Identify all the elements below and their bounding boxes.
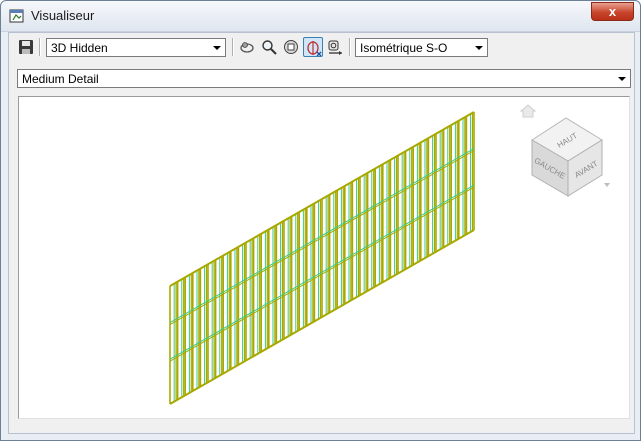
save-button[interactable] xyxy=(16,37,36,57)
chevron-down-icon xyxy=(213,46,221,50)
detail-level-value: Medium Detail xyxy=(22,72,99,86)
3d-viewport[interactable]: HAUT GAUCHE AVANT xyxy=(18,96,630,419)
home-icon[interactable] xyxy=(519,104,537,118)
app-icon xyxy=(9,9,24,23)
orbit-active-button[interactable] xyxy=(303,37,323,57)
orbit-active-icon xyxy=(307,41,322,56)
3d-model-canvas[interactable]: HAUT GAUCHE AVANT xyxy=(19,97,629,418)
client-area: 3D Hidden Isométrique S-O Medium Detail … xyxy=(8,32,635,434)
window-title: Visualiseur xyxy=(31,8,95,23)
title-bar[interactable]: Visualiseur x xyxy=(1,1,640,32)
viewcube[interactable]: HAUT GAUCHE AVANT xyxy=(519,104,610,197)
chevron-down-icon xyxy=(618,77,626,81)
toolbar: 3D Hidden Isométrique S-O xyxy=(9,33,634,61)
zoom-extents-icon xyxy=(284,40,298,54)
chevron-down-icon xyxy=(475,46,483,50)
zoom-extents-button[interactable] xyxy=(281,37,301,57)
camera-icon xyxy=(328,40,342,55)
view-preset-select[interactable]: Isométrique S-O xyxy=(355,38,488,57)
viewcube-menu-icon[interactable] xyxy=(604,183,610,187)
orbit-icon xyxy=(240,42,254,53)
visual-style-value: 3D Hidden xyxy=(51,41,108,55)
toolbar-separator xyxy=(39,38,41,56)
view-preset-value: Isométrique S-O xyxy=(360,41,448,55)
orbit-button[interactable] xyxy=(237,37,257,57)
toolbar-separator xyxy=(349,38,351,56)
close-button[interactable]: x xyxy=(591,2,634,21)
visualiseur-window: Visualiseur x 3D Hidden Isométrique S-O … xyxy=(0,0,641,441)
toolbar-separator xyxy=(232,38,234,56)
zoom-icon xyxy=(262,40,277,55)
visual-style-select[interactable]: 3D Hidden xyxy=(46,38,226,57)
save-icon xyxy=(19,40,33,54)
wall-panel-model xyxy=(169,111,475,405)
camera-button[interactable] xyxy=(325,37,345,57)
detail-level-select[interactable]: Medium Detail xyxy=(17,69,631,88)
zoom-button[interactable] xyxy=(259,37,279,57)
